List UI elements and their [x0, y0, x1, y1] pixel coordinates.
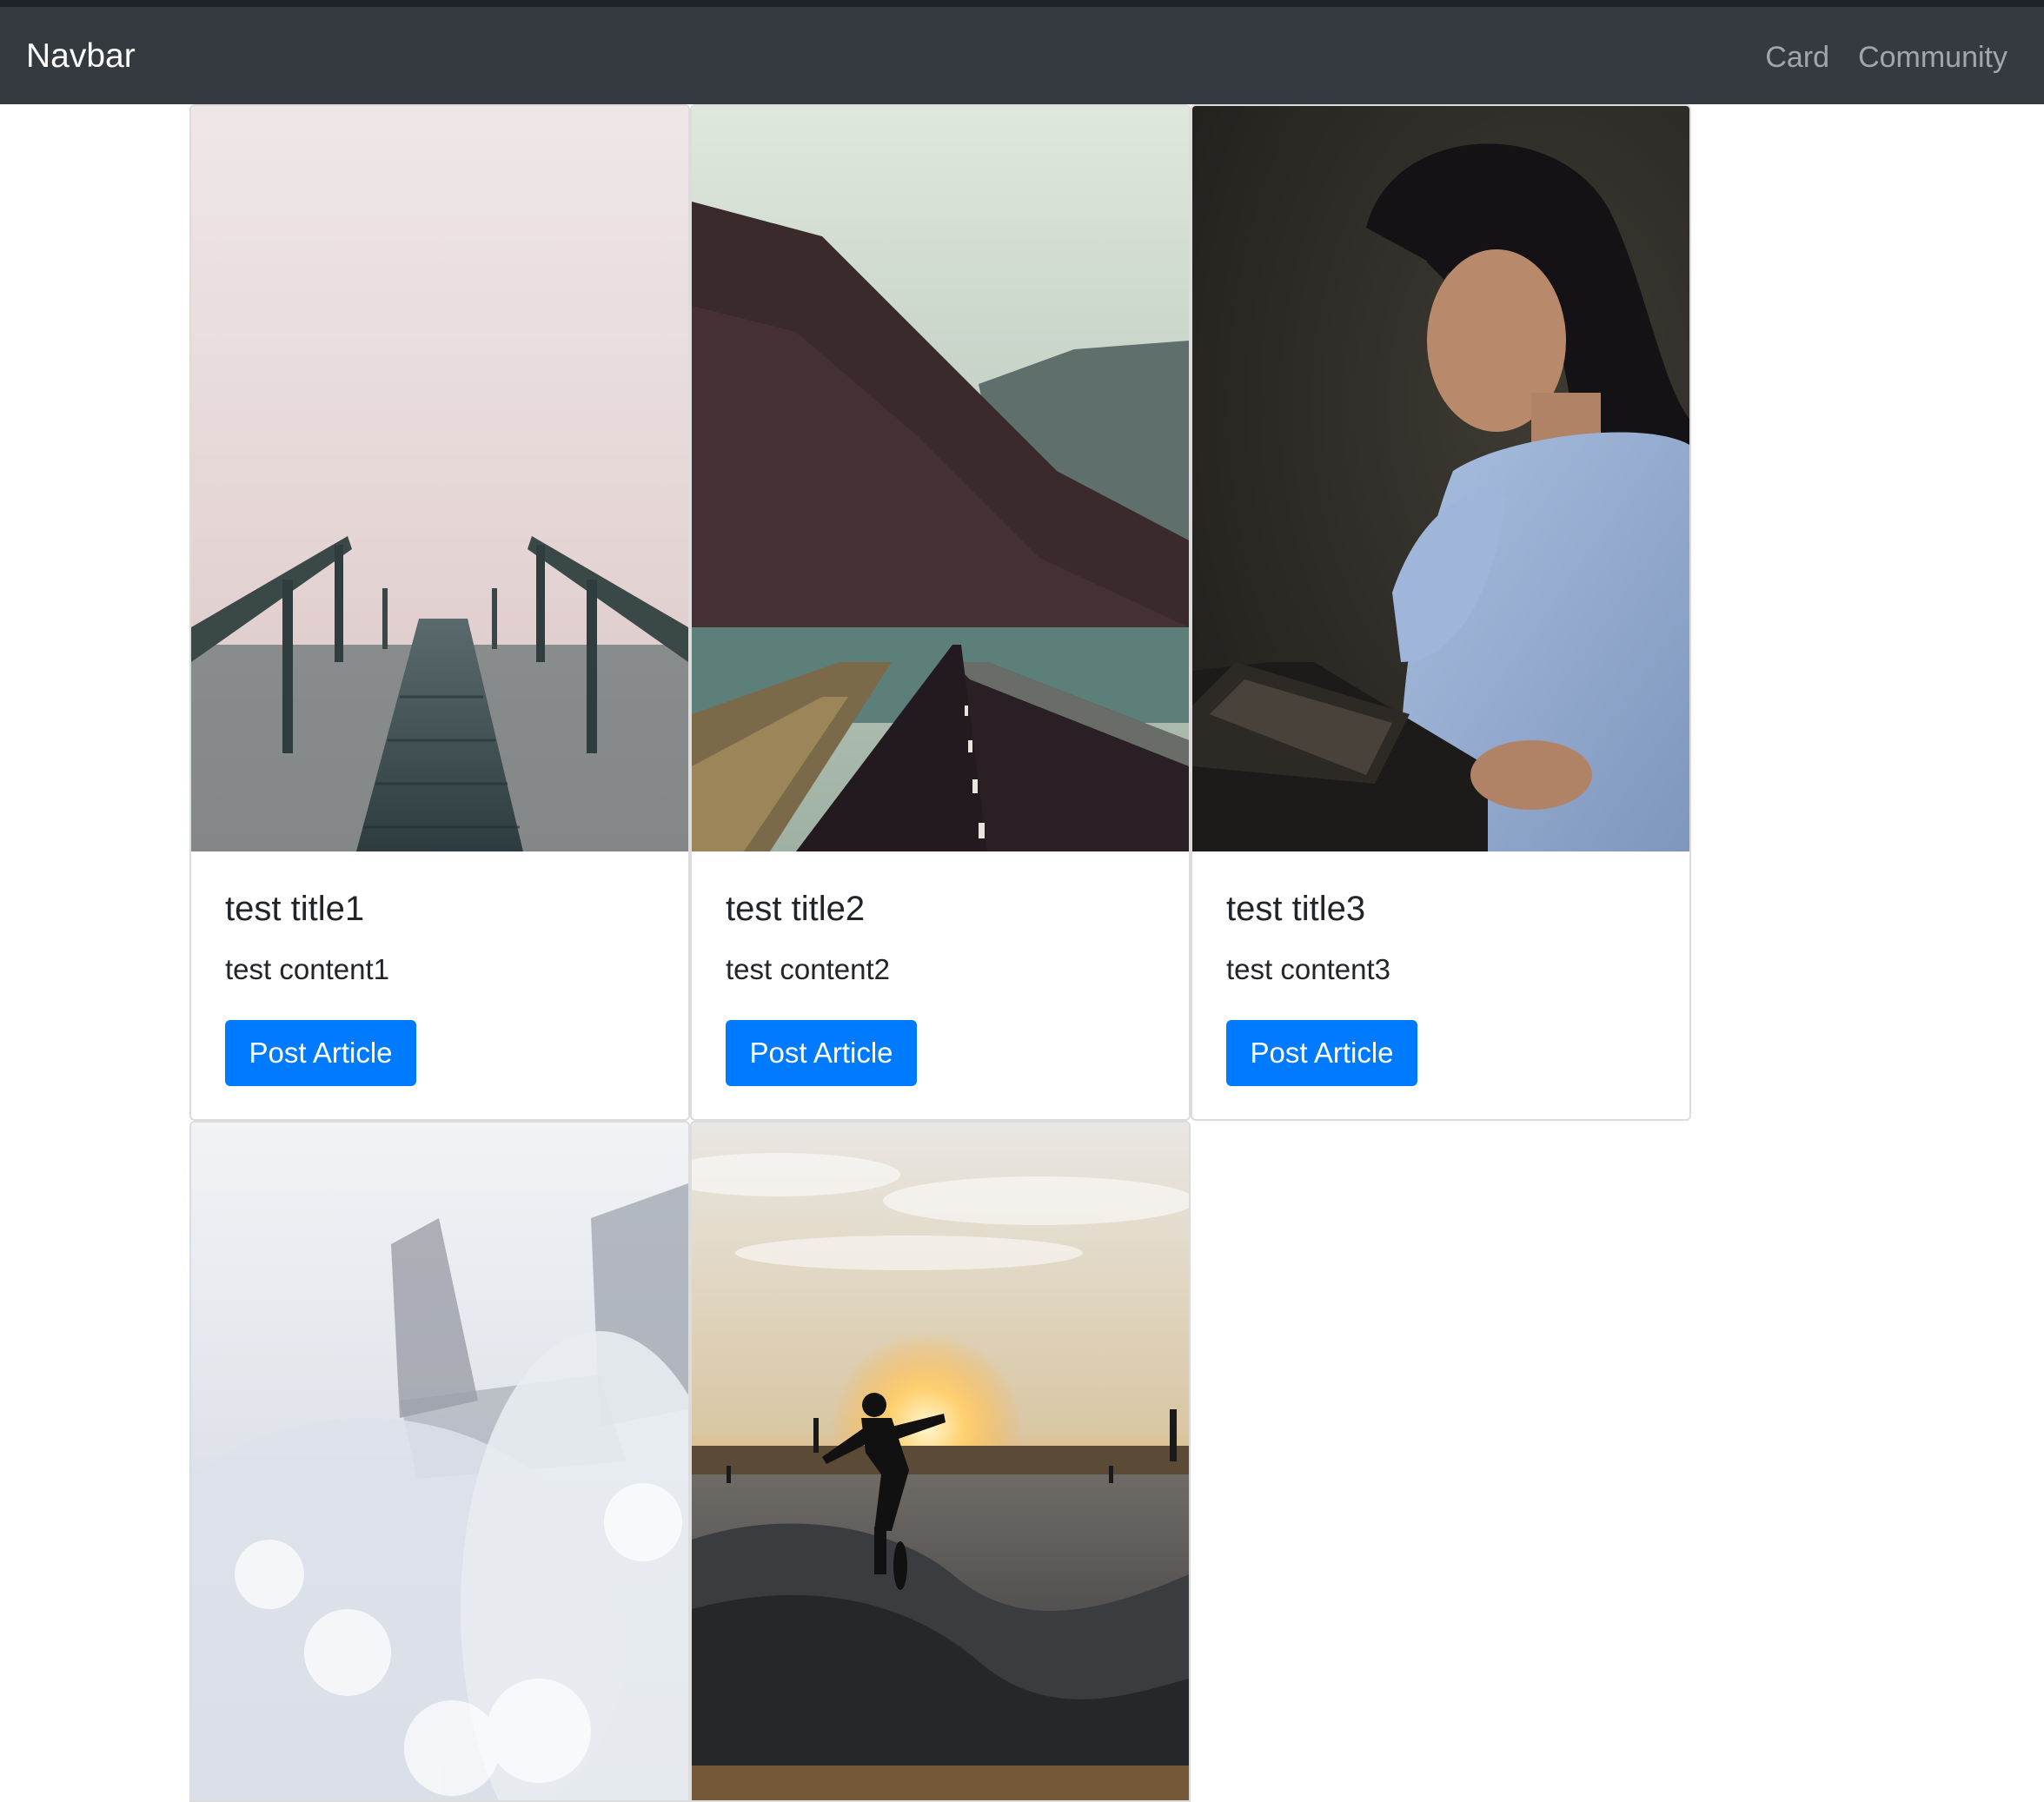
card-4 [189, 1121, 690, 1802]
card-body: test title3 test content3 Post Article [1192, 851, 1689, 1119]
post-article-button[interactable]: Post Article [225, 1020, 416, 1086]
card-image-frosty-field [191, 1123, 688, 1800]
card-text: test content1 [225, 953, 389, 985]
navbar: Navbar Card Community [0, 7, 2044, 104]
nav-link-community[interactable]: Community [1858, 38, 2008, 76]
card-text: test content3 [1226, 953, 1390, 985]
card-image-skatepark-sunset [692, 1123, 1189, 1800]
card-body: test title1 test content1 Post Article [191, 851, 688, 1119]
card-image-mountain-road [692, 106, 1189, 851]
card-title: test title2 [726, 890, 866, 928]
navbar-brand[interactable]: Navbar [26, 36, 136, 76]
card-body: test title2 test content2 Post Article [692, 851, 1189, 1119]
card-title: test title3 [1226, 890, 1366, 928]
card-text: test content2 [726, 953, 890, 985]
post-article-button[interactable]: Post Article [726, 1020, 917, 1086]
post-article-button[interactable]: Post Article [1226, 1020, 1417, 1086]
card-1: test title1 test content1 Post Article [189, 104, 690, 1121]
nav-link-card[interactable]: Card [1765, 38, 1829, 76]
card-5 [690, 1121, 1191, 1802]
card-title: test title1 [225, 890, 365, 928]
card-2: test title2 test content2 Post Article [690, 104, 1191, 1121]
window-top-edge [0, 0, 2044, 7]
navbar-links: Card Community [1765, 38, 2008, 76]
card-image-boardwalk [191, 106, 688, 851]
card-3: test title3 test content3 Post Article [1191, 104, 1691, 1121]
card-image-woman-reading [1192, 106, 1689, 851]
